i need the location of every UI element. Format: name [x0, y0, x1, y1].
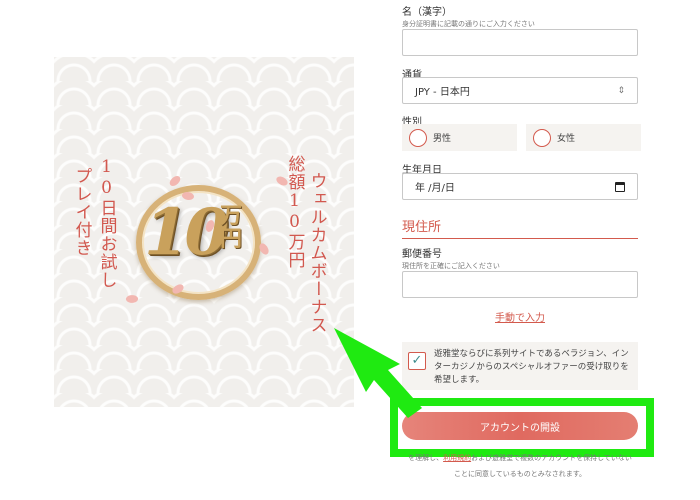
pointer-arrow-icon — [334, 328, 422, 418]
terms-of-use-link[interactable]: 利用規約 — [443, 454, 471, 462]
terms-prefix: を理解し、 — [408, 454, 444, 462]
postal-code-label: 郵便番号 — [402, 249, 442, 260]
manual-entry-link[interactable]: 手動で入力 — [402, 309, 638, 324]
name-kanji-field[interactable] — [402, 29, 638, 56]
banner-welcome-text: ウェルカムボーナス — [306, 172, 327, 334]
birthdate-value: 年 /月/日 — [415, 183, 455, 194]
gender-option-female[interactable]: 女性 — [526, 124, 641, 151]
offers-consent[interactable]: ✓ 遊雅堂ならびに系列サイトであるベラジョン、インターカジノからのスペシャルオフ… — [402, 342, 638, 390]
consent-text: 遊雅堂ならびに系列サイトであるベラジョン、インターカジノからのスペシャルオファー… — [434, 349, 629, 385]
name-kanji-label: 名（漢字） — [402, 7, 452, 18]
name-kanji-hint: 身分証明書に記載の通りにご入力ください — [402, 20, 535, 28]
coin-unit: 万円 — [220, 203, 243, 253]
bonus-coin-emblem: 10 万円 — [136, 185, 266, 305]
welcome-bonus-banner: 総額10万円 ウェルカムボーナス 10日間お試し プレイ付き 10 万円 — [54, 57, 354, 407]
terms-line2: ことに同意しているものとみなされます。 — [453, 470, 587, 479]
name-kanji-group: 名（漢字） 身分証明書に記載の通りにご入力ください — [402, 3, 535, 29]
postal-code-group: 郵便番号 現住所を正確にご記入ください — [402, 245, 500, 271]
address-section-title: 現住所 — [402, 216, 638, 239]
radio-circle-icon — [533, 128, 551, 147]
select-arrows-icon: ⇕ — [617, 85, 625, 96]
currency-value: JPY - 日本円 — [415, 87, 470, 98]
banner-trial-text: 10日間お試し — [96, 157, 117, 289]
calendar-icon[interactable] — [615, 181, 625, 192]
terms-suffix: および遊雅堂で複数のアカウントを保持していない — [471, 454, 632, 462]
gender-option-label: 女性 — [557, 134, 576, 144]
gender-option-label: 男性 — [433, 134, 452, 144]
banner-total-text: 総額10万円 — [284, 155, 305, 269]
banner-play-text: プレイ付き — [71, 167, 92, 257]
radio-circle-icon — [409, 128, 427, 147]
postal-code-hint: 現住所を正確にご記入ください — [402, 262, 500, 270]
postal-code-field[interactable] — [402, 271, 638, 298]
birthdate-field[interactable]: 年 /月/日 — [402, 173, 638, 200]
gender-option-male[interactable]: 男性 — [402, 124, 517, 151]
terms-notice: を理解し、利用規約および遊雅堂で複数のアカウントを保持していない ことに同意して… — [370, 450, 670, 482]
gender-radio-group: 男性 女性 — [402, 124, 641, 151]
coin-number: 10 — [144, 195, 229, 270]
currency-select[interactable]: JPY - 日本円 ⇕ — [402, 77, 638, 104]
